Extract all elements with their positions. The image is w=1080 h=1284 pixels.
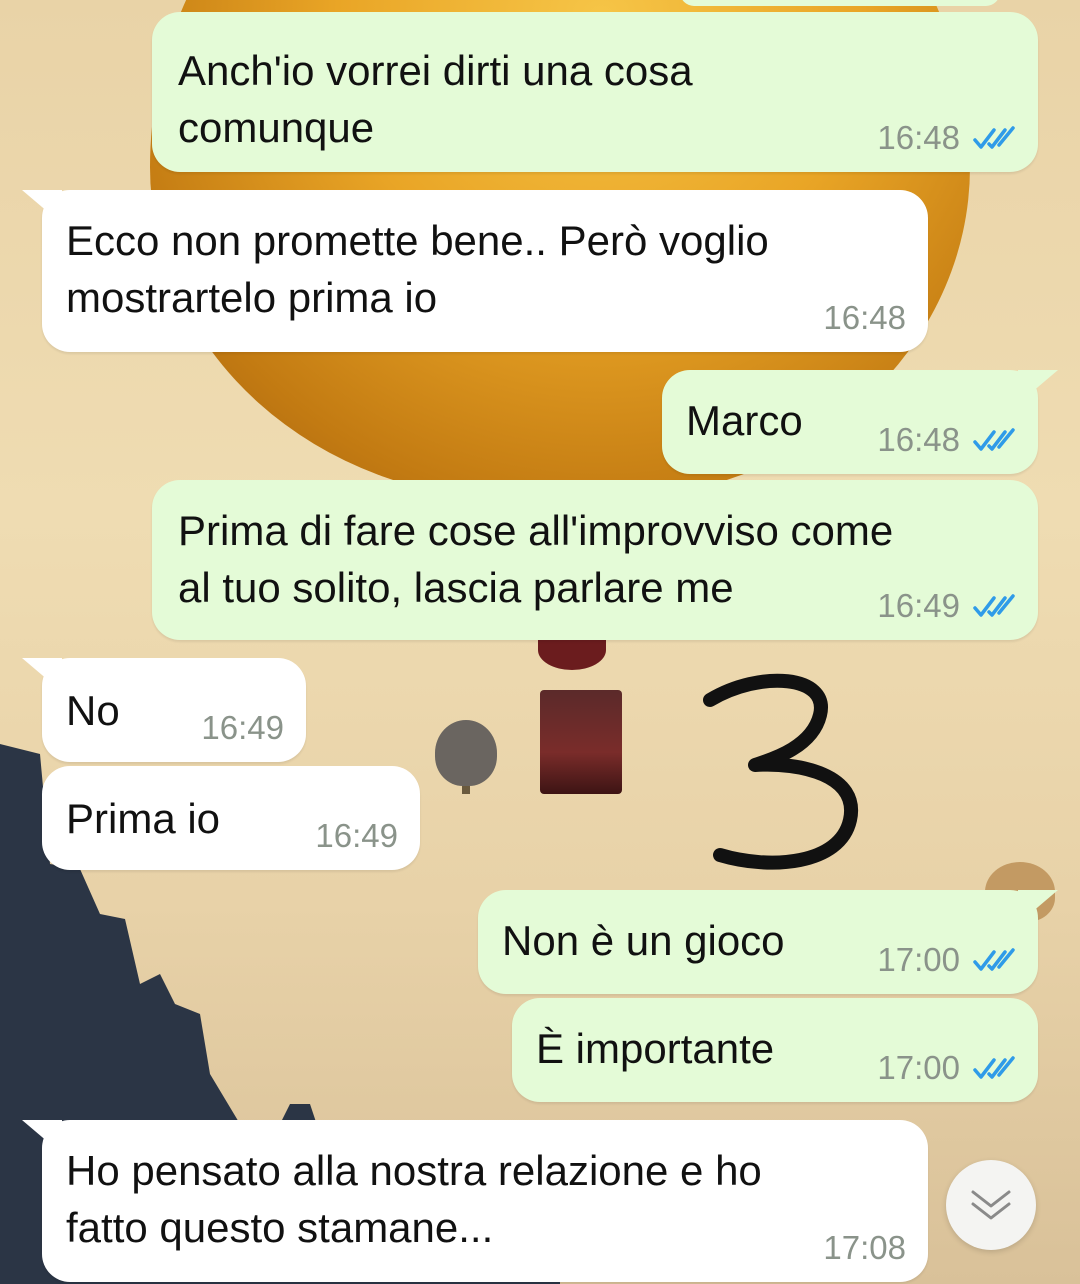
message-time: 16:48 bbox=[823, 299, 906, 336]
message-bubble-incoming[interactable]: No 16:49 bbox=[22, 658, 306, 762]
message-meta: 16:49 bbox=[315, 816, 398, 856]
message-meta: 16:48 bbox=[823, 298, 906, 338]
message-text: Ecco non promette bene.. Però voglio mos… bbox=[66, 217, 769, 321]
message-bubble-outgoing[interactable]: Prima di fare cose all'improvviso come a… bbox=[152, 480, 1038, 640]
message-time: 16:48 bbox=[877, 119, 960, 156]
message-time: 17:00 bbox=[877, 941, 960, 978]
message-time: 16:49 bbox=[877, 587, 960, 624]
chevron-down-icon bbox=[971, 1190, 1011, 1220]
message-bubble-outgoing[interactable]: È importante 17:00 bbox=[512, 998, 1038, 1102]
message-bubble-outgoing[interactable]: Anch'io vorrei dirti una cosa comunque 1… bbox=[152, 12, 1038, 172]
double-check-icon bbox=[973, 126, 1015, 149]
message-meta: 16:48 bbox=[877, 118, 1016, 158]
previous-message-edge bbox=[680, 0, 1000, 6]
message-bubble-incoming[interactable]: Ecco non promette bene.. Però voglio mos… bbox=[22, 190, 928, 352]
message-bubble-incoming[interactable]: Prima io 16:49 bbox=[42, 766, 420, 870]
handwritten-number-drawing bbox=[703, 673, 859, 870]
double-check-icon bbox=[973, 594, 1015, 617]
message-time: 17:08 bbox=[823, 1229, 906, 1266]
message-meta: 16:49 bbox=[877, 586, 1016, 626]
message-text: Ho pensato alla nostra relazione e ho fa… bbox=[66, 1147, 762, 1251]
message-meta: 17:08 bbox=[823, 1228, 906, 1268]
double-check-icon bbox=[973, 1056, 1015, 1079]
message-bubble-outgoing[interactable]: Marco 16:48 bbox=[662, 370, 1058, 474]
message-meta: 16:48 bbox=[877, 420, 1016, 460]
message-bubble-incoming[interactable]: Ho pensato alla nostra relazione e ho fa… bbox=[22, 1120, 928, 1282]
message-time: 17:00 bbox=[877, 1049, 960, 1086]
scroll-to-bottom-button[interactable] bbox=[946, 1160, 1036, 1250]
message-time: 16:48 bbox=[877, 421, 960, 458]
message-meta: 17:00 bbox=[877, 940, 1016, 980]
double-check-icon bbox=[973, 948, 1015, 971]
message-meta: 16:49 bbox=[201, 708, 284, 748]
message-time: 16:49 bbox=[315, 817, 398, 854]
message-meta: 17:00 bbox=[877, 1048, 1016, 1088]
message-time: 16:49 bbox=[201, 709, 284, 746]
double-check-icon bbox=[973, 428, 1015, 451]
message-bubble-outgoing[interactable]: Non è un gioco 17:00 bbox=[478, 890, 1058, 994]
